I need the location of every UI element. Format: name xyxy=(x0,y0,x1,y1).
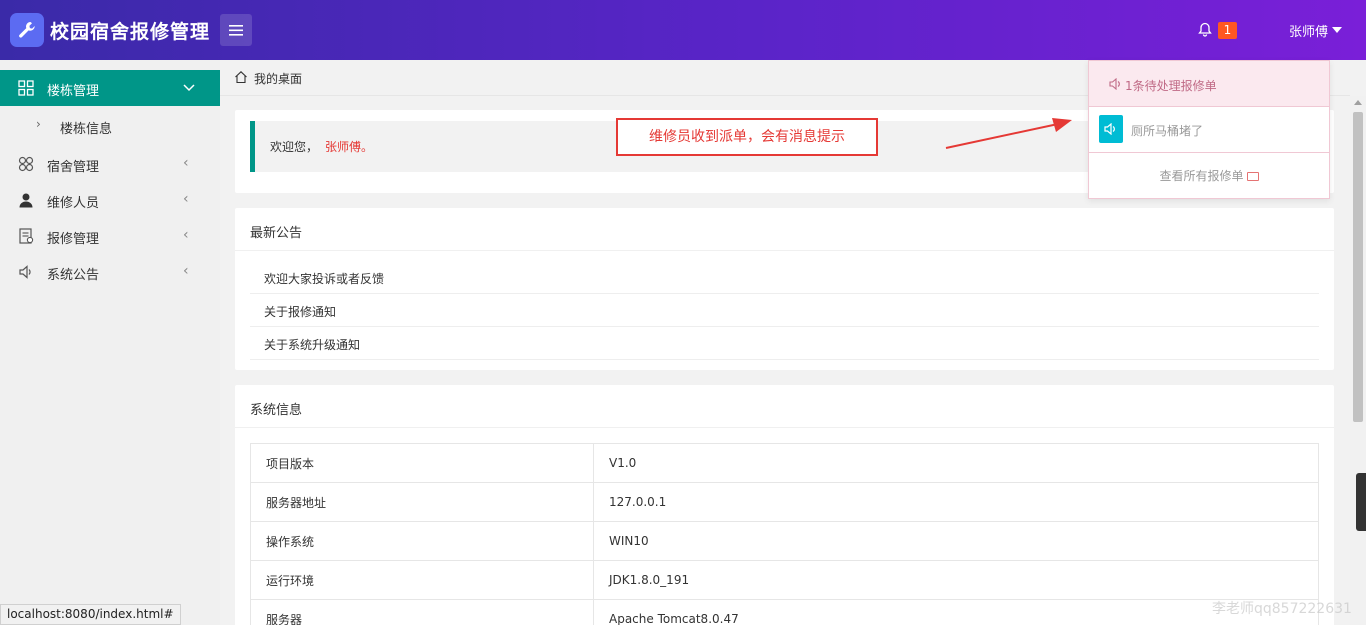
sidebar-item-building-info[interactable]: › 楼栋信息 xyxy=(0,108,220,144)
annotation-callout: 维修员收到派单，会有消息提示 xyxy=(616,118,878,156)
vertical-scrollbar[interactable] xyxy=(1350,96,1366,625)
info-value: Apache Tomcat8.0.47 xyxy=(593,599,1319,625)
caret-down-icon[interactable] xyxy=(1332,27,1342,33)
sidebar-item-staff[interactable]: 维修人员 ‹ xyxy=(0,182,220,218)
side-widget xyxy=(1356,473,1366,531)
info-key: 操作系统 xyxy=(250,521,594,561)
sidebar-item-dorm[interactable]: 宿舍管理 ‹ xyxy=(0,146,220,182)
notification-item[interactable]: 厕所马桶堵了 xyxy=(1089,107,1329,153)
notification-dropdown: 1条待处理报修单 厕所马桶堵了 查看所有报修单 xyxy=(1088,60,1330,199)
sidebar-item-label: 宿舍管理 xyxy=(47,160,100,175)
dropdown-header: 1条待处理报修单 xyxy=(1089,61,1329,107)
divider xyxy=(235,427,1334,428)
chevron-left-icon: ‹ xyxy=(183,191,189,207)
sidebar-item-building[interactable]: 楼栋管理 xyxy=(0,70,220,106)
user-icon xyxy=(19,193,33,208)
chat-icon xyxy=(1246,172,1259,181)
notice-item[interactable]: 关于报修通知 xyxy=(250,294,1319,327)
notification-text[interactable]: 厕所马桶堵了 xyxy=(1131,122,1203,139)
info-key: 项目版本 xyxy=(250,443,594,483)
notice-item-label[interactable]: 欢迎大家投诉或者反馈 xyxy=(264,270,384,287)
breadcrumb-label[interactable]: 我的桌面 xyxy=(254,70,302,87)
chevron-down-icon xyxy=(183,84,195,92)
notices-card: 最新公告 欢迎大家投诉或者反馈 关于报修通知 关于系统升级通知 xyxy=(235,208,1334,370)
notices-title: 最新公告 xyxy=(250,226,303,241)
bell-icon[interactable] xyxy=(1198,22,1212,41)
scrollbar-thumb[interactable] xyxy=(1353,112,1363,422)
user-menu[interactable]: 张师傅 xyxy=(1289,21,1328,40)
welcome-user-name: 张师傅。 xyxy=(325,140,374,154)
table-row: 操作系统 WIN10 xyxy=(250,521,1319,561)
chevron-right-icon: › xyxy=(36,117,41,131)
annotation-arrow xyxy=(945,118,1072,149)
chevron-left-icon: ‹ xyxy=(183,155,189,171)
pending-repair-count: 1条待处理报修单 xyxy=(1125,79,1217,93)
speaker-icon xyxy=(1099,115,1123,143)
info-value: 127.0.0.1 xyxy=(593,482,1319,522)
form-icon xyxy=(19,228,34,244)
sidebar-item-label: 楼栋信息 xyxy=(60,122,113,137)
notice-item-label[interactable]: 关于系统升级通知 xyxy=(264,336,360,353)
table-row: 服务器地址 127.0.0.1 xyxy=(250,482,1319,522)
watermark: 李老师qq857222631 xyxy=(1212,601,1352,617)
table-row: 运行环境 JDK1.8.0_191 xyxy=(250,560,1319,600)
sidebar-item-announcement[interactable]: 系统公告 ‹ xyxy=(0,254,220,290)
system-info-title: 系统信息 xyxy=(250,403,303,418)
hamburger-icon xyxy=(229,24,243,36)
chevron-left-icon: ‹ xyxy=(183,227,189,243)
sidebar-item-label: 报修管理 xyxy=(47,232,100,247)
info-key: 服务器 xyxy=(250,599,594,625)
welcome-prefix: 欢迎您， xyxy=(270,140,319,154)
speaker-icon xyxy=(19,265,31,279)
status-url: localhost:8080/index.html# xyxy=(0,604,181,625)
notice-item[interactable]: 欢迎大家投诉或者反馈 xyxy=(250,261,1319,294)
table-row: 服务器 Apache Tomcat8.0.47 xyxy=(250,599,1319,625)
scroll-up-icon[interactable] xyxy=(1354,100,1362,105)
sidebar-item-label: 系统公告 xyxy=(47,268,100,283)
app-title: 校园宿舍报修管理 xyxy=(50,21,211,43)
top-header: 校园宿舍报修管理 1 张师傅 xyxy=(0,0,1366,60)
grid-icon xyxy=(18,80,34,96)
sidebar-item-label: 维修人员 xyxy=(47,196,100,211)
notice-item[interactable]: 关于系统升级通知 xyxy=(250,327,1319,360)
speaker-icon xyxy=(1109,78,1120,90)
info-key: 服务器地址 xyxy=(250,482,594,522)
divider xyxy=(235,250,1334,251)
chevron-left-icon: ‹ xyxy=(183,263,189,279)
sidebar-item-label: 楼栋管理 xyxy=(47,84,100,99)
notice-item-label[interactable]: 关于报修通知 xyxy=(264,303,336,320)
info-value: WIN10 xyxy=(593,521,1319,561)
info-key: 运行环境 xyxy=(250,560,594,600)
notification-badge[interactable]: 1 xyxy=(1218,22,1237,39)
info-value: JDK1.8.0_191 xyxy=(593,560,1319,600)
wrench-icon[interactable] xyxy=(10,13,44,47)
system-info-card: 系统信息 项目版本 V1.0 服务器地址 127.0.0.1 操作系统 WIN10 运… xyxy=(235,385,1334,625)
view-all-link[interactable]: 查看所有报修单 xyxy=(1089,167,1329,184)
view-all-label[interactable]: 查看所有报修单 xyxy=(1159,169,1243,183)
system-info-table: 项目版本 V1.0 服务器地址 127.0.0.1 操作系统 WIN10 运行环境 JD… xyxy=(250,443,1319,625)
clover-icon xyxy=(18,156,34,172)
menu-toggle-button[interactable] xyxy=(220,14,252,46)
sidebar: 楼栋管理 › 楼栋信息 宿舍管理 ‹ 维修人员 ‹ 报修管理 ‹ 系统公告 ‹ xyxy=(0,60,220,625)
table-row: 项目版本 V1.0 xyxy=(250,443,1319,483)
sidebar-item-repair[interactable]: 报修管理 ‹ xyxy=(0,218,220,254)
home-icon[interactable] xyxy=(234,70,248,84)
info-value: V1.0 xyxy=(593,443,1319,483)
